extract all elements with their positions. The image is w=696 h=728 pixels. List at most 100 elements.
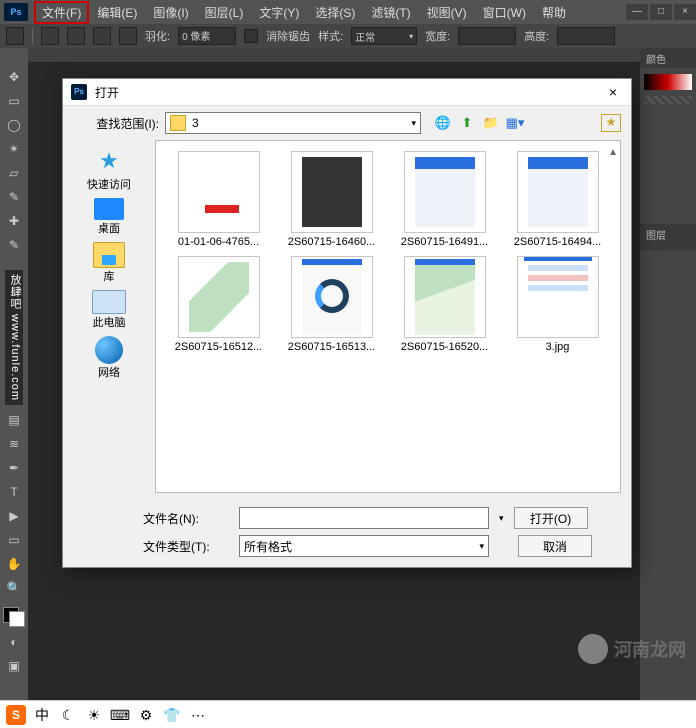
selection-mode-subtract-icon[interactable] [93, 27, 111, 45]
file-type-dropdown[interactable]: 所有格式▾ [239, 535, 489, 557]
style-dropdown[interactable]: 正常▾ [351, 27, 417, 45]
place-label: 快速访问 [87, 176, 131, 192]
menu-filter[interactable]: 滤镜(T) [363, 1, 418, 24]
back-icon[interactable]: 🌐 [433, 114, 453, 132]
file-item[interactable]: 2S60715-16494... [503, 151, 612, 248]
view-menu-icon[interactable]: ▦▾ [505, 114, 525, 132]
window-minimize-button[interactable]: — [626, 4, 648, 20]
dialog-toolbar: 🌐 ⬆ 📁 ▦▾ [433, 114, 525, 132]
chevron-down-icon[interactable]: ▾ [499, 513, 504, 524]
ime-sun-icon[interactable]: ☀ [84, 705, 104, 725]
cancel-button[interactable]: 取消 [518, 535, 592, 557]
menu-select[interactable]: 选择(S) [307, 1, 363, 24]
menu-help[interactable]: 帮助 [534, 1, 574, 24]
eyedropper-tool-icon[interactable]: ✎ [3, 188, 25, 206]
color-panel-tab[interactable]: 颜色 [646, 51, 666, 66]
path-selection-tool-icon[interactable]: ▶ [3, 507, 25, 525]
window-maximize-button[interactable]: □ [650, 4, 672, 20]
lasso-tool-icon[interactable]: ◯ [3, 116, 25, 134]
feather-label: 羽化: [145, 28, 170, 44]
window-close-button[interactable]: × [674, 4, 696, 20]
menu-file[interactable]: 文件(F) [34, 1, 89, 24]
place-label: 此电脑 [93, 314, 126, 330]
tools-panel: ✥ ▭ ◯ ✴ ▱ ✎ ✚ ✎ 放肆吧 www.funle.com ▤ ≋ ✒ … [0, 48, 28, 700]
file-item[interactable]: 2S60715-16520... [390, 256, 499, 353]
menu-view[interactable]: 视图(V) [419, 1, 475, 24]
marquee-tool-preset-icon[interactable] [6, 27, 24, 45]
dialog-close-button[interactable]: × [603, 84, 623, 100]
ime-lang-button[interactable]: 中 [32, 705, 52, 725]
ime-taskbar: S 中 ☾ ☀ ⌨ ⚙ 👕 ⋯ [0, 700, 696, 728]
ime-keyboard-icon[interactable]: ⌨ [110, 705, 130, 725]
place-this-pc[interactable]: 此电脑 [92, 290, 126, 330]
zoom-tool-icon[interactable]: 🔍 [3, 579, 25, 597]
selection-mode-intersect-icon[interactable] [119, 27, 137, 45]
scroll-up-icon[interactable]: ▲ [608, 147, 618, 158]
width-input[interactable] [458, 27, 516, 45]
file-name: 3.jpg [546, 341, 570, 353]
ps-icon: Ps [71, 84, 87, 100]
file-item[interactable]: 2S60715-16491... [390, 151, 499, 248]
gradient-tool-icon[interactable]: ▤ [3, 411, 25, 429]
ime-settings-icon[interactable]: ⚙ [136, 705, 156, 725]
menu-type[interactable]: 文字(Y) [251, 1, 307, 24]
up-one-level-icon[interactable]: ⬆ [457, 114, 477, 132]
move-tool-icon[interactable]: ✥ [3, 68, 25, 86]
place-libraries[interactable]: 库 [93, 242, 125, 284]
menu-image[interactable]: 图像(I) [145, 1, 196, 24]
look-in-dropdown[interactable]: 3 ▾ [165, 112, 421, 134]
ime-skin-icon[interactable]: 👕 [162, 705, 182, 725]
open-button[interactable]: 打开(O) [514, 507, 588, 529]
background-color[interactable] [9, 611, 25, 627]
file-list[interactable]: ▲ 01-01-06-4765... 2S60715-16460... 2S60… [155, 140, 621, 493]
open-dialog: Ps 打开 × 查找范围(I): 3 ▾ 🌐 ⬆ 📁 ▦▾ ★ ★快速访问 桌面 [62, 78, 632, 568]
screenmode-icon[interactable]: ▣ [3, 657, 25, 675]
place-network[interactable]: 网络 [95, 336, 123, 380]
ime-moon-icon[interactable]: ☾ [58, 705, 78, 725]
quickmask-icon[interactable]: ◐ [3, 633, 25, 651]
magic-wand-tool-icon[interactable]: ✴ [3, 140, 25, 158]
place-quick-access[interactable]: ★快速访问 [87, 146, 131, 192]
ime-more-icon[interactable]: ⋯ [188, 705, 208, 725]
layers-panel-tab[interactable]: 图层 [640, 224, 696, 250]
file-item[interactable]: 2S60715-16512... [164, 256, 273, 353]
selection-mode-add-icon[interactable] [67, 27, 85, 45]
new-folder-icon[interactable]: 📁 [481, 114, 501, 132]
blur-tool-icon[interactable]: ≋ [3, 435, 25, 453]
file-item[interactable]: 2S60715-16513... [277, 256, 386, 353]
file-name: 2S60715-16494... [514, 236, 601, 248]
antialias-checkbox[interactable] [244, 29, 258, 43]
color-ramp[interactable] [644, 74, 692, 90]
color-spectrum[interactable] [644, 96, 692, 104]
side-watermark-text: 放肆吧 www.funle.com [5, 270, 23, 405]
color-swatches[interactable] [3, 607, 25, 627]
file-item[interactable]: 2S60715-16460... [277, 151, 386, 248]
ps-logo: Ps [4, 3, 28, 21]
help-icon[interactable]: ★ [601, 114, 621, 132]
place-label: 桌面 [98, 220, 120, 236]
hand-tool-icon[interactable]: ✋ [3, 555, 25, 573]
healing-tool-icon[interactable]: ✚ [3, 212, 25, 230]
pen-tool-icon[interactable]: ✒ [3, 459, 25, 477]
chevron-down-icon: ▾ [411, 118, 416, 129]
feather-input[interactable]: 0 像素 [178, 27, 236, 45]
type-tool-icon[interactable]: T [3, 483, 25, 501]
file-item[interactable]: 3.jpg [503, 256, 612, 353]
selection-mode-new-icon[interactable] [41, 27, 59, 45]
menu-window[interactable]: 窗口(W) [475, 1, 534, 24]
brush-tool-icon[interactable]: ✎ [3, 236, 25, 254]
height-input[interactable] [557, 27, 615, 45]
crop-tool-icon[interactable]: ▱ [3, 164, 25, 182]
menu-edit[interactable]: 编辑(E) [89, 1, 145, 24]
separator [32, 28, 33, 44]
rectangle-tool-icon[interactable]: ▭ [3, 531, 25, 549]
place-desktop[interactable]: 桌面 [94, 198, 124, 236]
ime-logo-icon[interactable]: S [6, 705, 26, 725]
file-name-input[interactable] [239, 507, 489, 529]
dialog-titlebar: Ps 打开 × [63, 79, 631, 106]
menu-layer[interactable]: 图层(L) [197, 1, 252, 24]
file-item[interactable]: 01-01-06-4765... [164, 151, 273, 248]
marquee-tool-icon[interactable]: ▭ [3, 92, 25, 110]
horizontal-ruler [28, 48, 640, 63]
file-name: 2S60715-16513... [288, 341, 375, 353]
